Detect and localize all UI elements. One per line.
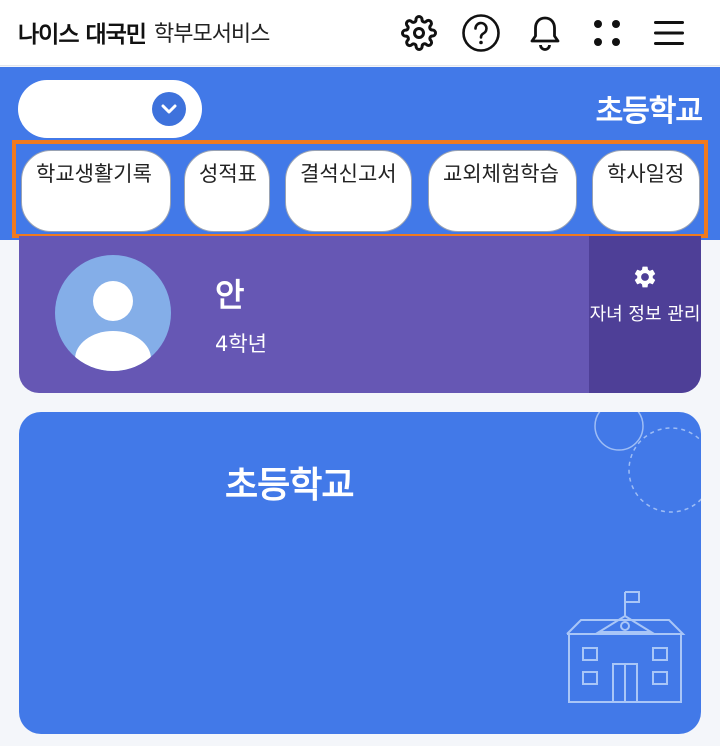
school-name: 초등학교 — [225, 465, 354, 506]
child-card[interactable]: 안 4학년 자녀 정보 관리 — [19, 236, 701, 393]
service-name: 학부모서비스 — [153, 22, 270, 47]
child-grade: 4학년 — [215, 332, 268, 356]
manage-child-info-label: 자녀 정보 관리 — [589, 304, 701, 325]
gear-icon[interactable] — [399, 13, 439, 53]
school-building-icon — [566, 591, 686, 703]
child-name: 안 — [215, 276, 245, 314]
user-icon — [75, 281, 151, 371]
header-school-name: 초등학교 — [595, 94, 703, 129]
menu-icon[interactable] — [649, 13, 689, 53]
school-selector[interactable] — [18, 80, 202, 138]
help-icon[interactable] — [461, 13, 501, 53]
decorative-circles — [594, 412, 701, 513]
brand-logo[interactable]: 나이스 대국민 학부모서비스 — [18, 14, 270, 50]
bell-icon[interactable] — [525, 13, 565, 53]
avatar — [55, 255, 171, 371]
top-bar: 나이스 대국민 학부모서비스 — [0, 0, 720, 66]
apps-icon[interactable] — [587, 13, 627, 53]
gear-icon — [634, 266, 656, 288]
chevron-down-icon[interactable] — [152, 92, 186, 126]
school-card[interactable]: 초등학교 — [19, 412, 701, 734]
highlight-box — [12, 140, 708, 238]
brand-name: 나이스 대국민 — [18, 22, 147, 48]
manage-child-info-button[interactable]: 자녀 정보 관리 — [589, 236, 701, 393]
